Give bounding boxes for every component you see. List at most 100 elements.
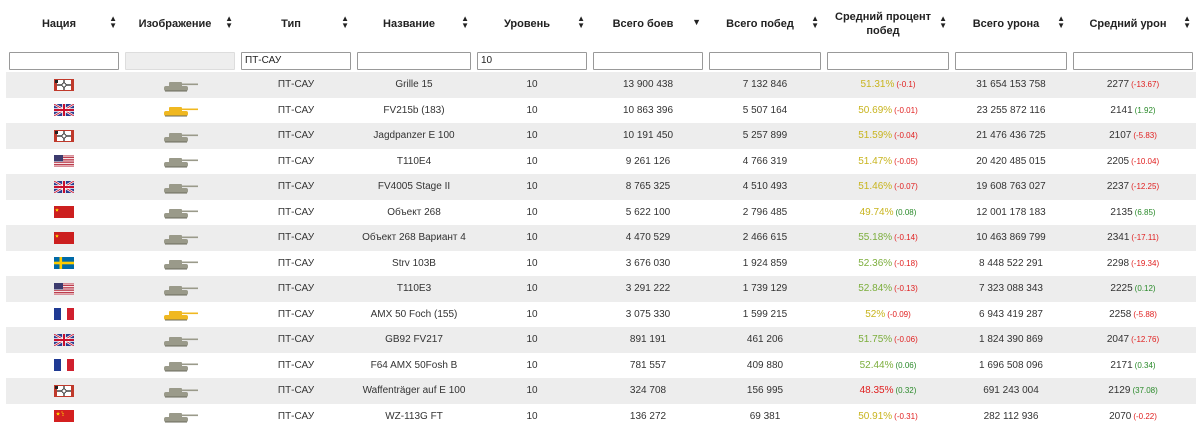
table-row[interactable]: ПТ-САУ T110E4 10 9 261 126 4 766 319 51.47% (-…: [6, 148, 1196, 174]
sort-updown-icon[interactable]: ▲ ▼: [939, 15, 947, 30]
col-header-win-rate[interactable]: Средний процент побед ▲ ▼: [824, 0, 952, 48]
battles-cell: 324 708: [590, 378, 706, 404]
col-header-type[interactable]: Тип ▲ ▼: [238, 0, 354, 48]
tank-image-icon: [160, 334, 200, 347]
win-rate-value: 51.47%: [858, 155, 893, 167]
table-row[interactable]: ПТ-САУ WZ-113G FT 10 136 272 69 381 50.91% (-0…: [6, 403, 1196, 429]
battles-cell: 3 291 222: [590, 276, 706, 302]
filter-battles-input[interactable]: [593, 51, 703, 70]
filter-level-input[interactable]: [477, 51, 587, 70]
avg-damage-cell: 2070 (-0.22): [1070, 403, 1196, 429]
table-row[interactable]: ПТ-САУ F64 AMX 50Fosh B 10 781 557 409 880 52…: [6, 352, 1196, 378]
level-cell: 10: [474, 72, 590, 98]
sort-updown-icon[interactable]: ▲ ▼: [225, 15, 233, 30]
filter-damage-input[interactable]: [955, 51, 1067, 70]
win-rate-delta: (-0.07): [894, 182, 918, 192]
ussr-flag-icon: [54, 231, 74, 244]
nation-cell: [6, 123, 122, 149]
avg-damage-cell: 2135 (6.85): [1070, 199, 1196, 225]
sort-updown-icon[interactable]: ▲ ▼: [1057, 15, 1065, 30]
table-row[interactable]: ПТ-САУ FV215b (183) 10 10 863 396 5 507 164 5…: [6, 97, 1196, 123]
nation-cell: [6, 250, 122, 276]
col-header-wins[interactable]: Всего побед ▲ ▼: [706, 0, 824, 48]
sort-updown-icon[interactable]: ▲ ▼: [577, 15, 585, 30]
name-cell: F64 AMX 50Fosh B: [354, 352, 474, 378]
avg-damage-cell: 2237 (-12.25): [1070, 174, 1196, 200]
win-rate-delta: (-0.06): [894, 335, 918, 345]
battles-cell: 13 900 438: [590, 72, 706, 98]
win-rate-delta: (0.08): [895, 207, 917, 217]
image-cell: [122, 403, 238, 429]
avg-damage-value: 2047: [1106, 334, 1130, 346]
battles-cell: 4 470 529: [590, 225, 706, 251]
win-rate-delta: (-0.13): [894, 284, 918, 294]
sort-updown-icon[interactable]: ▲ ▼: [341, 15, 349, 30]
nation-cell: [6, 378, 122, 404]
filter-win-rate-input[interactable]: [827, 51, 949, 70]
filter-nation-input[interactable]: [9, 51, 119, 70]
col-header-name[interactable]: Название ▲ ▼: [354, 0, 474, 48]
image-cell: [122, 72, 238, 98]
usa-flag-icon: [54, 282, 74, 295]
filter-type-input[interactable]: [241, 51, 351, 70]
avg-damage-delta: (-5.88): [1133, 309, 1157, 319]
table-row[interactable]: ПТ-САУ AMX 50 Foch (155) 10 3 075 330 1 599 …: [6, 301, 1196, 327]
win-rate-value: 51.46%: [858, 181, 893, 193]
wins-cell: 5 507 164: [706, 97, 824, 123]
vehicle-stats-table: Нация ▲ ▼ Изображение ▲ ▼ Тип ▲ ▼ Название ▲ ▼ У…: [6, 0, 1196, 429]
sort-updown-icon[interactable]: ▲ ▼: [109, 15, 117, 30]
france-flag-icon: [54, 308, 74, 321]
wins-cell: 69 381: [706, 403, 824, 429]
col-label: Всего побед: [726, 18, 794, 30]
table-row[interactable]: ПТ-САУ Grille 15 10 13 900 438 7 132 846 51.3…: [6, 72, 1196, 98]
win-rate-cell: 52% (-0.09): [824, 301, 952, 327]
sort-updown-icon[interactable]: ▲ ▼: [461, 15, 469, 30]
name-cell: Strv 103B: [354, 250, 474, 276]
wins-cell: 4 766 319: [706, 148, 824, 174]
sweden-flag-icon: [54, 257, 74, 270]
sort-updown-icon[interactable]: ▲ ▼: [1183, 15, 1191, 30]
table-row[interactable]: ПТ-САУ FV4005 Stage II 10 8 765 325 4 510 49…: [6, 174, 1196, 200]
win-rate-cell: 50.69% (-0.01): [824, 97, 952, 123]
damage-cell: 10 463 869 799: [952, 225, 1070, 251]
filter-name-input[interactable]: [357, 51, 471, 70]
damage-cell: 23 255 872 116: [952, 97, 1070, 123]
col-header-nation[interactable]: Нация ▲ ▼: [6, 0, 122, 48]
col-header-level[interactable]: Уровень ▲ ▼: [474, 0, 590, 48]
table-row[interactable]: ПТ-САУ Объект 268 Вариант 4 10 4 470 529 2 4…: [6, 225, 1196, 251]
win-rate-value: 50.91%: [858, 410, 893, 422]
col-header-avg-damage[interactable]: Средний урон ▲ ▼: [1070, 0, 1196, 48]
type-cell: ПТ-САУ: [238, 97, 354, 123]
nation-cell: [6, 97, 122, 123]
table-row[interactable]: ПТ-САУ Объект 268 10 5 622 100 2 796 485 49.7…: [6, 199, 1196, 225]
col-label: Тип: [281, 18, 301, 30]
damage-cell: 691 243 004: [952, 378, 1070, 404]
table-row[interactable]: ПТ-САУ Strv 103B 10 3 676 030 1 924 859 52.36…: [6, 250, 1196, 276]
win-rate-cell: 49.74% (0.08): [824, 199, 952, 225]
col-header-battles[interactable]: Всего боев ▼: [590, 0, 706, 48]
win-rate-value: 52.36%: [858, 257, 893, 269]
type-cell: ПТ-САУ: [238, 72, 354, 98]
col-header-image[interactable]: Изображение ▲ ▼: [122, 0, 238, 48]
usa-flag-icon: [54, 155, 74, 168]
col-header-damage[interactable]: Всего урона ▲ ▼: [952, 0, 1070, 48]
image-cell: [122, 378, 238, 404]
level-cell: 10: [474, 225, 590, 251]
table-row[interactable]: ПТ-САУ Waffenträger auf E 100 10 324 708 156…: [6, 378, 1196, 404]
sort-down-icon[interactable]: ▼: [692, 18, 701, 27]
filter-avg-damage-input[interactable]: [1073, 51, 1193, 70]
win-rate-delta: (-0.04): [894, 131, 918, 141]
table-row[interactable]: ПТ-САУ Jagdpanzer E 100 10 10 191 450 5 257 …: [6, 123, 1196, 149]
filter-wins-input[interactable]: [709, 51, 821, 70]
sort-updown-icon[interactable]: ▲ ▼: [811, 15, 819, 30]
level-cell: 10: [474, 174, 590, 200]
tank-image-icon: [160, 156, 200, 168]
wins-cell: 156 995: [706, 378, 824, 404]
name-cell: Объект 268 Вариант 4: [354, 225, 474, 251]
battles-cell: 8 765 325: [590, 174, 706, 200]
battles-cell: 9 261 126: [590, 148, 706, 174]
win-rate-value: 52.84%: [858, 283, 893, 295]
table-row[interactable]: ПТ-САУ T110E3 10 3 291 222 1 739 129 52.84% (-…: [6, 276, 1196, 302]
table-row[interactable]: ПТ-САУ GB92 FV217 10 891 191 461 206 51.75% (-…: [6, 327, 1196, 353]
nation-cell: [6, 148, 122, 174]
